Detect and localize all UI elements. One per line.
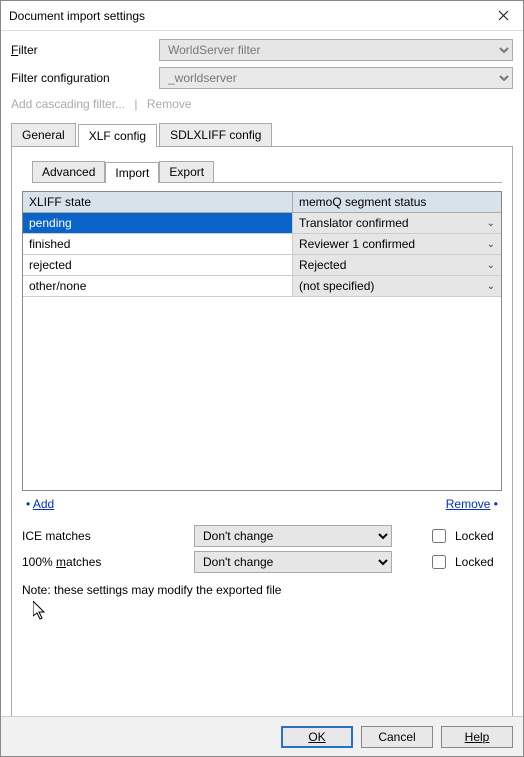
- subtab-import[interactable]: Import: [105, 162, 159, 183]
- full-locked-label: Locked: [455, 555, 494, 569]
- chevron-down-icon: ⌄: [487, 281, 495, 292]
- grid-add-link[interactable]: • Add: [26, 497, 54, 511]
- table-row[interactable]: finished Reviewer 1 confirmed⌄: [23, 234, 501, 255]
- chevron-down-icon: ⌄: [487, 218, 495, 229]
- filter-config-select[interactable]: _worldserver: [159, 67, 513, 89]
- window-title: Document import settings: [9, 9, 483, 23]
- full-matches-label: 100% matches: [22, 555, 194, 569]
- ice-locked-checkbox[interactable]: [432, 529, 446, 543]
- cell-segment-dropdown[interactable]: Translator confirmed⌄: [293, 213, 501, 233]
- filter-label: Filter: [11, 43, 159, 57]
- help-button[interactable]: Help: [441, 726, 513, 748]
- full-locked-checkbox[interactable]: [432, 555, 446, 569]
- cell-xliff[interactable]: other/none: [23, 276, 293, 296]
- col-segment-status[interactable]: memoQ segment status: [293, 192, 501, 212]
- cell-segment-dropdown[interactable]: Rejected⌄: [293, 255, 501, 275]
- remove-filter-link[interactable]: Remove: [147, 97, 192, 111]
- tab-general[interactable]: General: [11, 123, 76, 146]
- add-cascading-filter-link[interactable]: Add cascading filter...: [11, 97, 125, 111]
- state-mapping-grid: XLIFF state memoQ segment status pending…: [22, 191, 502, 491]
- footer: OK Cancel Help: [1, 716, 523, 756]
- cell-xliff[interactable]: rejected: [23, 255, 293, 275]
- cell-segment-dropdown[interactable]: (not specified)⌄: [293, 276, 501, 296]
- cell-xliff[interactable]: finished: [23, 234, 293, 254]
- ice-locked-label: Locked: [455, 529, 494, 543]
- subtab-advanced[interactable]: Advanced: [32, 161, 105, 182]
- grid-remove-link[interactable]: Remove •: [446, 497, 498, 511]
- tab-xlf-config[interactable]: XLF config: [78, 124, 157, 147]
- filter-select[interactable]: WorldServer filter: [159, 39, 513, 61]
- titlebar: Document import settings: [1, 1, 523, 31]
- chevron-down-icon: ⌄: [487, 260, 495, 271]
- table-row[interactable]: rejected Rejected⌄: [23, 255, 501, 276]
- ice-matches-select[interactable]: Don't change: [194, 525, 392, 547]
- cell-xliff[interactable]: pending: [23, 213, 293, 233]
- table-row[interactable]: pending Translator confirmed⌄: [23, 213, 501, 234]
- full-matches-select[interactable]: Don't change: [194, 551, 392, 573]
- chevron-down-icon: ⌄: [487, 239, 495, 250]
- close-icon[interactable]: [483, 1, 523, 31]
- tab-sdlxliff-config[interactable]: SDLXLIFF config: [159, 123, 272, 146]
- cell-segment-dropdown[interactable]: Reviewer 1 confirmed⌄: [293, 234, 501, 254]
- table-row[interactable]: other/none (not specified)⌄: [23, 276, 501, 297]
- ok-button[interactable]: OK: [281, 726, 353, 748]
- subtab-export[interactable]: Export: [159, 161, 214, 182]
- filter-config-label: Filter configuration: [11, 71, 159, 85]
- ice-matches-label: ICE matches: [22, 529, 194, 543]
- cancel-button[interactable]: Cancel: [361, 726, 433, 748]
- note-text: Note: these settings may modify the expo…: [22, 583, 502, 597]
- col-xliff-state[interactable]: XLIFF state: [23, 192, 293, 212]
